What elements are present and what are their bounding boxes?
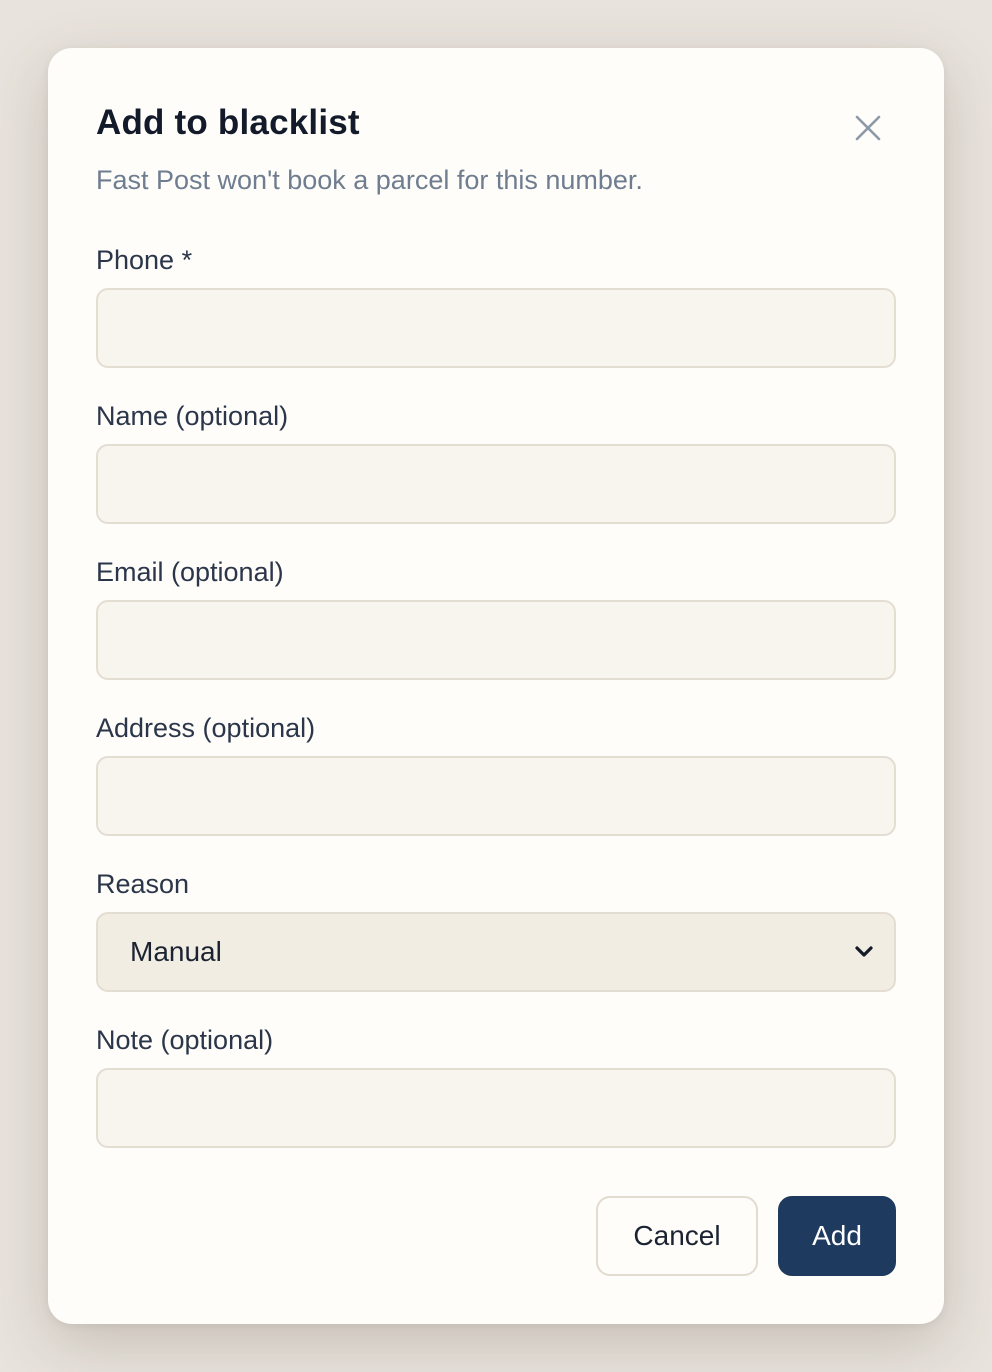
- phone-input[interactable]: [96, 288, 896, 368]
- cancel-button[interactable]: Cancel: [596, 1196, 758, 1276]
- name-label: Name (optional): [96, 401, 289, 431]
- note-label: Note (optional): [96, 1025, 274, 1055]
- note-input[interactable]: [96, 1068, 896, 1148]
- reason-label: Reason: [96, 869, 190, 899]
- add-to-blacklist-dialog: Add to blacklist Fast Post won't book a …: [48, 48, 944, 1324]
- close-icon: [855, 115, 881, 141]
- email-input[interactable]: [96, 600, 896, 680]
- add-button[interactable]: Add: [778, 1196, 896, 1276]
- dialog-subtitle: Fast Post won't book a parcel for this n…: [96, 165, 643, 195]
- chevron-down-icon: [852, 940, 876, 964]
- close-button[interactable]: [844, 104, 892, 152]
- address-label: Address (optional): [96, 713, 316, 743]
- address-input[interactable]: [96, 756, 896, 836]
- dialog-title: Add to blacklist: [96, 103, 360, 142]
- reason-select[interactable]: Manual: [96, 912, 896, 992]
- email-label: Email (optional): [96, 557, 284, 587]
- reason-selected-value: Manual: [130, 936, 222, 967]
- phone-label: Phone *: [96, 245, 193, 275]
- name-input[interactable]: [96, 444, 896, 524]
